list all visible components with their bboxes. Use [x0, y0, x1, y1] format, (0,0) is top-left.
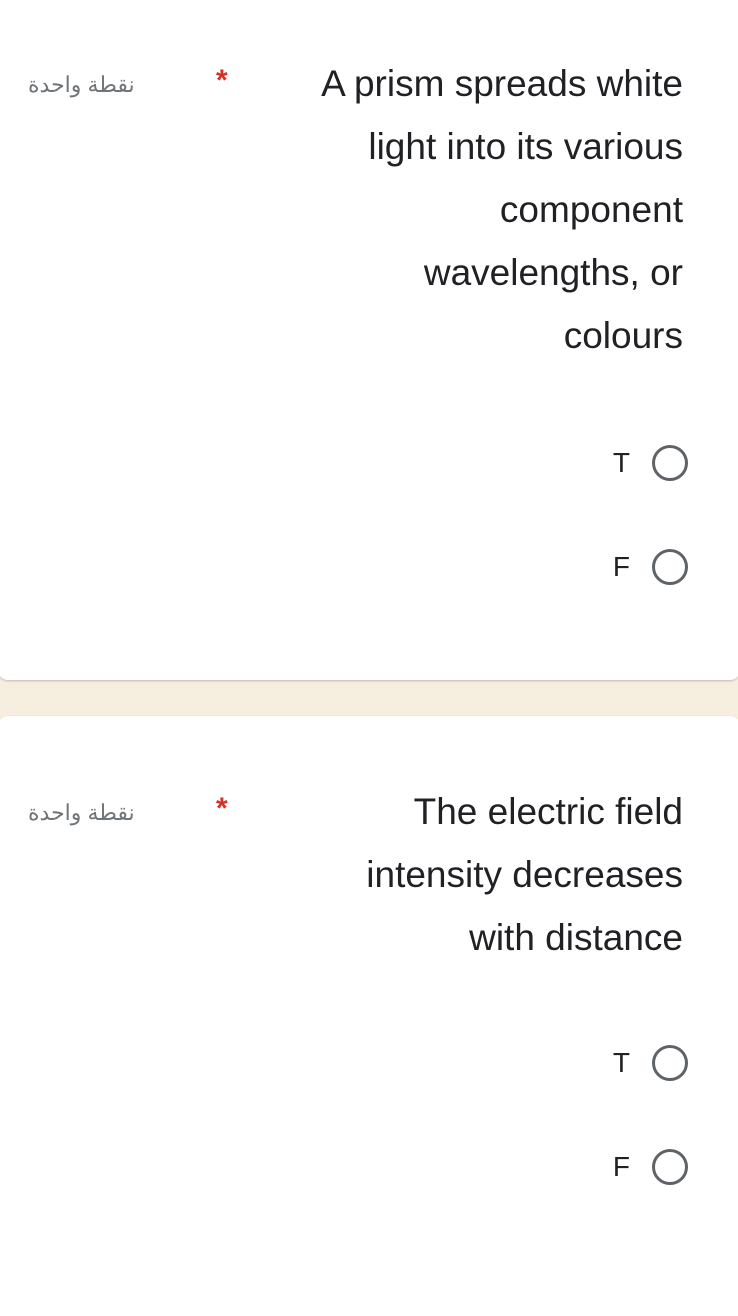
question-text-line: wavelengths, or	[423, 252, 683, 293]
points-label: نقطة واحدة	[28, 800, 135, 825]
question-text-line: The electric field	[413, 791, 683, 832]
question-card-2: نقطة واحدة * The electric field intensit…	[0, 716, 738, 1316]
radio-button-icon[interactable]	[652, 1045, 688, 1081]
option-label: F	[612, 1151, 630, 1182]
option-label: T	[612, 447, 630, 478]
question-text-line: colours	[563, 315, 683, 356]
option-false[interactable]: F	[613, 1146, 688, 1188]
question-text-line: intensity decreases	[366, 854, 683, 895]
option-label: T	[612, 1047, 630, 1078]
question-card-1: نقطة واحدة * A prism spreads white light…	[0, 0, 738, 680]
question-text-line: with distance	[469, 917, 683, 958]
question-text: A prism spreads white light into its var…	[321, 52, 683, 367]
option-true[interactable]: T	[613, 1042, 688, 1084]
option-label: F	[612, 551, 630, 582]
question-text: The electric field intensity decreases w…	[366, 780, 683, 969]
option-true[interactable]: T	[613, 442, 688, 484]
question-text-line: component	[499, 189, 683, 230]
required-asterisk: *	[216, 792, 228, 825]
radio-button-icon[interactable]	[652, 1149, 688, 1185]
radio-button-icon[interactable]	[652, 445, 688, 481]
radio-button-icon[interactable]	[652, 549, 688, 585]
required-asterisk: *	[216, 64, 228, 97]
points-label: نقطة واحدة	[28, 72, 135, 97]
question-text-line: light into its various	[368, 126, 683, 167]
question-text-line: A prism spreads white	[321, 63, 683, 104]
option-false[interactable]: F	[613, 546, 688, 588]
